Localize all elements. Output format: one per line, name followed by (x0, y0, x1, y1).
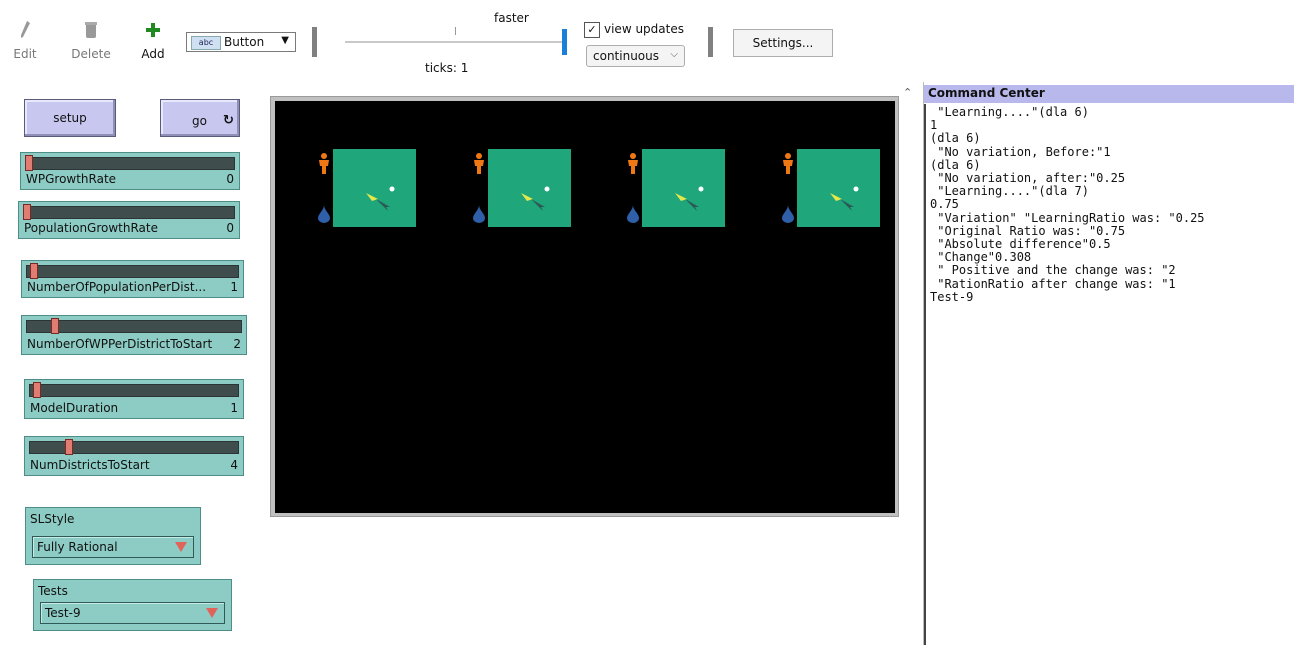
toolbar-separator (708, 27, 713, 57)
widget-type-value: Button (224, 35, 265, 49)
speed-slider-tick (455, 27, 456, 35)
update-mode-select[interactable]: continuous ⌵ (586, 45, 685, 67)
slider-knob[interactable] (23, 204, 31, 220)
person-icon (474, 153, 484, 174)
slider-name: WPGrowthRate (26, 172, 117, 186)
toolbar-separator (312, 27, 317, 57)
slider-numdistrictstostart[interactable]: NumDistrictsToStart 4 (24, 436, 244, 476)
forever-icon: ↻ (223, 113, 234, 128)
view-updates-label: view updates (604, 22, 684, 36)
chooser-value: Fully Rational (37, 540, 118, 554)
slider-knob[interactable] (65, 439, 73, 455)
command-center-text: "Learning...."(dla 6) 1 (dla 6) "No vari… (930, 105, 1205, 304)
chevron-up-icon[interactable]: ⌃ (903, 86, 912, 99)
slider-populationgrowthrate[interactable]: PopulationGrowthRate 0 (18, 201, 240, 239)
slider-knob[interactable] (51, 318, 59, 334)
speed-slider-track[interactable] (345, 41, 567, 43)
chevron-down-icon: ⌵ (670, 49, 678, 60)
slider-name: NumberOfPopulationPerDist... (27, 280, 207, 294)
slider-name: ModelDuration (30, 401, 119, 415)
command-center-title: Command Center (928, 86, 1045, 100)
chooser-value: Test-9 (45, 606, 81, 620)
command-center-splitter[interactable]: ⌃ (899, 82, 924, 645)
go-label: go (192, 114, 207, 128)
water-drop-icon (318, 205, 330, 223)
chooser-dropdown[interactable]: Test-9 (40, 602, 225, 624)
water-drop-icon (473, 205, 485, 223)
arrow-cursor-icon (521, 186, 550, 211)
command-center-header: Command Center (924, 85, 1294, 103)
add-label: Add (141, 47, 165, 61)
setup-button[interactable]: setup (24, 99, 116, 137)
chooser-dropdown[interactable]: Fully Rational (32, 536, 194, 558)
slider-track (29, 441, 239, 454)
world-view[interactable] (270, 96, 899, 517)
slider-numberofpopulationperdistrict[interactable]: NumberOfPopulationPerDist... 1 (21, 260, 244, 298)
slider-track (29, 384, 239, 397)
slider-modelduration[interactable]: ModelDuration 1 (24, 379, 244, 419)
slider-value: 1 (230, 401, 238, 415)
delete-label: Delete (71, 47, 111, 61)
world-canvas[interactable] (275, 101, 895, 513)
chevron-down-icon: ▼ (281, 35, 289, 46)
trash-icon (85, 22, 97, 38)
slider-value: 1 (230, 280, 238, 294)
add-button[interactable]: Add (138, 20, 168, 61)
delete-button[interactable]: Delete (70, 20, 112, 61)
pencil-icon (21, 21, 30, 38)
speed-label: faster (494, 11, 529, 25)
slider-numberofwpperdistricttostart[interactable]: NumberOfWPPerDistrictToStart 2 (21, 315, 247, 355)
water-drop-icon (782, 205, 794, 223)
slider-track (26, 265, 239, 278)
arrow-cursor-icon (830, 186, 859, 211)
chooser-name: Tests (38, 584, 68, 598)
triangle-down-icon (175, 542, 187, 552)
chooser-tests[interactable]: Tests Test-9 (33, 579, 232, 631)
slider-knob[interactable] (25, 155, 33, 171)
slider-knob[interactable] (30, 263, 38, 279)
edit-button[interactable]: Edit (10, 20, 40, 61)
speed-slider-handle[interactable] (562, 29, 567, 55)
plus-icon (146, 23, 160, 37)
ticks-counter: ticks: 1 (425, 61, 469, 75)
slider-track (25, 157, 235, 170)
slider-name: PopulationGrowthRate (24, 221, 158, 235)
slider-knob[interactable] (33, 382, 41, 398)
setup-label: setup (53, 111, 87, 125)
slider-name: NumberOfWPPerDistrictToStart (27, 337, 213, 351)
view-updates-checkbox[interactable]: ✓ (584, 22, 600, 38)
go-button[interactable]: go ↻ (160, 99, 240, 137)
arrow-cursor-icon (366, 186, 395, 211)
slider-track (23, 206, 235, 219)
widget-type-select[interactable]: abc Button ▼ (186, 32, 296, 52)
chooser-name: SLStyle (30, 512, 75, 526)
update-mode-value: continuous (593, 49, 659, 63)
slider-wpgrowthrate[interactable]: WPGrowthRate 0 (20, 152, 240, 190)
settings-button[interactable]: Settings... (733, 29, 833, 57)
slider-value: 4 (230, 458, 238, 472)
edit-label: Edit (13, 47, 37, 61)
slider-value: 0 (226, 172, 234, 186)
arrow-cursor-icon (675, 186, 704, 211)
person-icon (783, 153, 793, 174)
slider-value: 2 (233, 337, 241, 351)
person-icon (628, 153, 638, 174)
toolbar: Edit Delete Add abc Button ▼ faster tick… (0, 0, 1294, 82)
water-drop-icon (627, 205, 639, 223)
slider-name: NumDistrictsToStart (30, 458, 150, 472)
person-icon (319, 153, 329, 174)
chooser-slstyle[interactable]: SLStyle Fully Rational (25, 507, 201, 565)
command-center-output[interactable]: "Learning...."(dla 6) 1 (dla 6) "No vari… (924, 104, 1294, 645)
triangle-down-icon (206, 608, 218, 618)
slider-value: 0 (226, 221, 234, 235)
button-widget-icon: abc (191, 36, 221, 50)
